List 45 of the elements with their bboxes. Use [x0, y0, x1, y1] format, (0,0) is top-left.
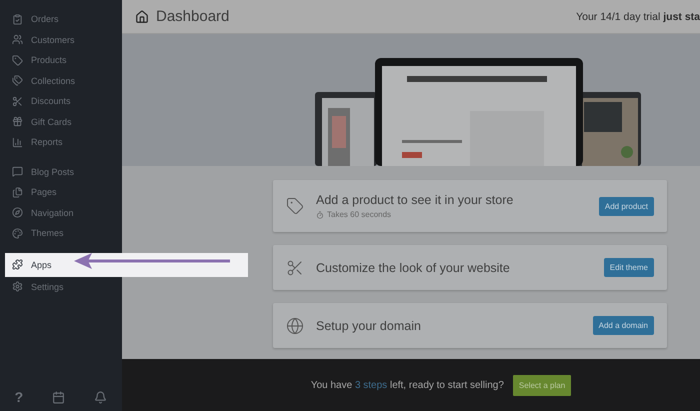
steps-message: You have 3 steps left, ready to start selling? — [310, 380, 504, 390]
sidebar-item[interactable]: Customers — [0, 30, 122, 50]
task-subtitle: Takes 60 seconds — [327, 210, 392, 219]
sidebar-item[interactable]: Orders — [0, 9, 122, 30]
bell-icon[interactable] — [94, 390, 108, 404]
sidebar-item[interactable]: Discounts — [0, 91, 122, 112]
sidebar-item[interactable]: Blog Posts — [0, 162, 122, 182]
task-button[interactable]: Edit theme — [604, 258, 654, 277]
sidebar-item-icon — [12, 116, 23, 128]
sidebar-item[interactable]: Pages — [0, 182, 122, 202]
page-title: Dashboard — [156, 8, 230, 25]
sidebar-item-icon — [12, 34, 23, 46]
sidebar-item[interactable]: Settings — [0, 276, 122, 297]
sidebar-item-icon — [12, 186, 23, 198]
sidebar-item[interactable]: Navigation — [0, 202, 122, 223]
select-plan-button[interactable]: Select a plan — [512, 374, 572, 396]
sidebar-item-icon — [12, 75, 23, 86]
timer-icon — [316, 210, 324, 218]
sidebar-item-icon — [12, 14, 23, 25]
home-icon — [135, 10, 149, 24]
sidebar-item[interactable]: Collections — [0, 70, 122, 91]
sidebar-item-icon — [12, 207, 23, 218]
task-title: Customize the look of your website — [316, 260, 511, 274]
calendar-icon[interactable] — [52, 390, 66, 404]
sidebar-item-icon — [12, 259, 23, 270]
trial-text: Your 14/1 day trial just sta — [576, 10, 700, 22]
sidebar-item-icon — [12, 228, 23, 239]
globe-icon — [286, 316, 304, 334]
task-title: Setup your domain — [316, 318, 422, 332]
sidebar-item[interactable]: Reports — [0, 132, 122, 152]
sidebar-item-icon — [12, 54, 23, 66]
tag-icon — [286, 197, 304, 215]
sidebar-item-icon — [12, 166, 23, 178]
scissors-icon — [286, 258, 304, 276]
steps-link[interactable]: 3 steps — [354, 380, 388, 390]
sidebar-item-icon — [12, 281, 23, 292]
sidebar-item-icon — [12, 96, 23, 107]
sidebar-item[interactable]: Themes — [0, 223, 122, 244]
task-title: Add a product to see it in your store — [316, 193, 514, 207]
help-icon[interactable]: ? — [14, 389, 24, 405]
sidebar-item[interactable]: Products — [0, 50, 122, 70]
task-button[interactable]: Add product — [598, 196, 654, 216]
sidebar-item-icon — [12, 136, 23, 148]
task-button[interactable]: Add a domain — [592, 316, 654, 335]
sidebar-item[interactable]: Gift Cards — [0, 112, 122, 132]
